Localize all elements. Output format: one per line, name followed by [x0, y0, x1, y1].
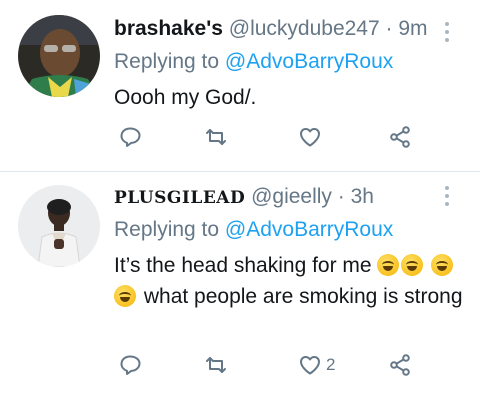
like-count: 2 [326, 355, 336, 374]
mention-link[interactable]: @AdvoBarryRoux [225, 218, 393, 241]
tweet-text-part2: what people are smoking is strong [143, 285, 463, 308]
tweet-text: Oooh my God/. [114, 82, 470, 113]
like-button[interactable]: 2 [298, 350, 335, 380]
timestamp[interactable]: 3h [351, 185, 374, 208]
heart-icon [300, 128, 320, 147]
display-name[interactable]: PLUSGILEAD [114, 188, 245, 208]
tweet-header: brashake's @luckydube247 · 9m [114, 13, 470, 45]
laughing-emoji-icon [401, 254, 424, 276]
more-options-icon[interactable] [442, 186, 452, 210]
user-handle[interactable]: @luckydube247 [229, 17, 380, 40]
share-icon [390, 354, 410, 376]
user-handle[interactable]: @gieelly [251, 185, 332, 208]
replying-to-label: Replying to [114, 50, 220, 73]
replying-to: Replying to @AdvoBarryRoux [114, 45, 470, 79]
replying-to-label: Replying to [114, 218, 220, 241]
avatar[interactable] [18, 15, 100, 97]
timestamp[interactable]: 9m [398, 17, 427, 40]
retweet-icon [206, 357, 226, 373]
display-name[interactable]: brashake's [114, 17, 223, 40]
laughing-emoji-icon [114, 285, 136, 307]
tweet-text: It’s the head shaking for me what people… [114, 250, 470, 312]
retweet-button[interactable] [204, 350, 228, 380]
share-icon [390, 126, 410, 148]
separator: · [337, 185, 345, 208]
laughing-emoji-icon [377, 254, 400, 276]
replying-to: Replying to @AdvoBarryRoux [114, 213, 470, 247]
mention-link[interactable]: @AdvoBarryRoux [225, 50, 393, 73]
tweet-text-part1: It’s the head shaking for me [114, 254, 372, 277]
reply-button[interactable] [118, 122, 142, 152]
reply-bubble-icon [120, 127, 141, 147]
separator: · [385, 17, 393, 40]
action-bar: 2 [114, 350, 414, 380]
tweet-text-content: Oooh my God/. [114, 86, 257, 109]
like-button[interactable] [298, 122, 326, 152]
share-button[interactable] [388, 350, 412, 380]
reply-button[interactable] [118, 350, 142, 380]
reply-bubble-icon [120, 355, 141, 375]
heart-icon [300, 356, 320, 375]
avatar[interactable] [18, 185, 100, 267]
tweet-header: PLUSGILEAD @gieelly · 3h [114, 181, 470, 213]
share-button[interactable] [388, 122, 412, 152]
tweet-card[interactable]: brashake's @luckydube247 · 9m Replying t… [0, 0, 480, 171]
retweet-button[interactable] [204, 122, 228, 152]
tweet-card[interactable]: PLUSGILEAD @gieelly · 3h Replying to @Ad… [0, 172, 480, 400]
action-bar [114, 122, 414, 152]
more-options-icon[interactable] [442, 22, 452, 46]
retweet-icon [206, 129, 226, 145]
laughing-emoji-icon [431, 254, 454, 276]
